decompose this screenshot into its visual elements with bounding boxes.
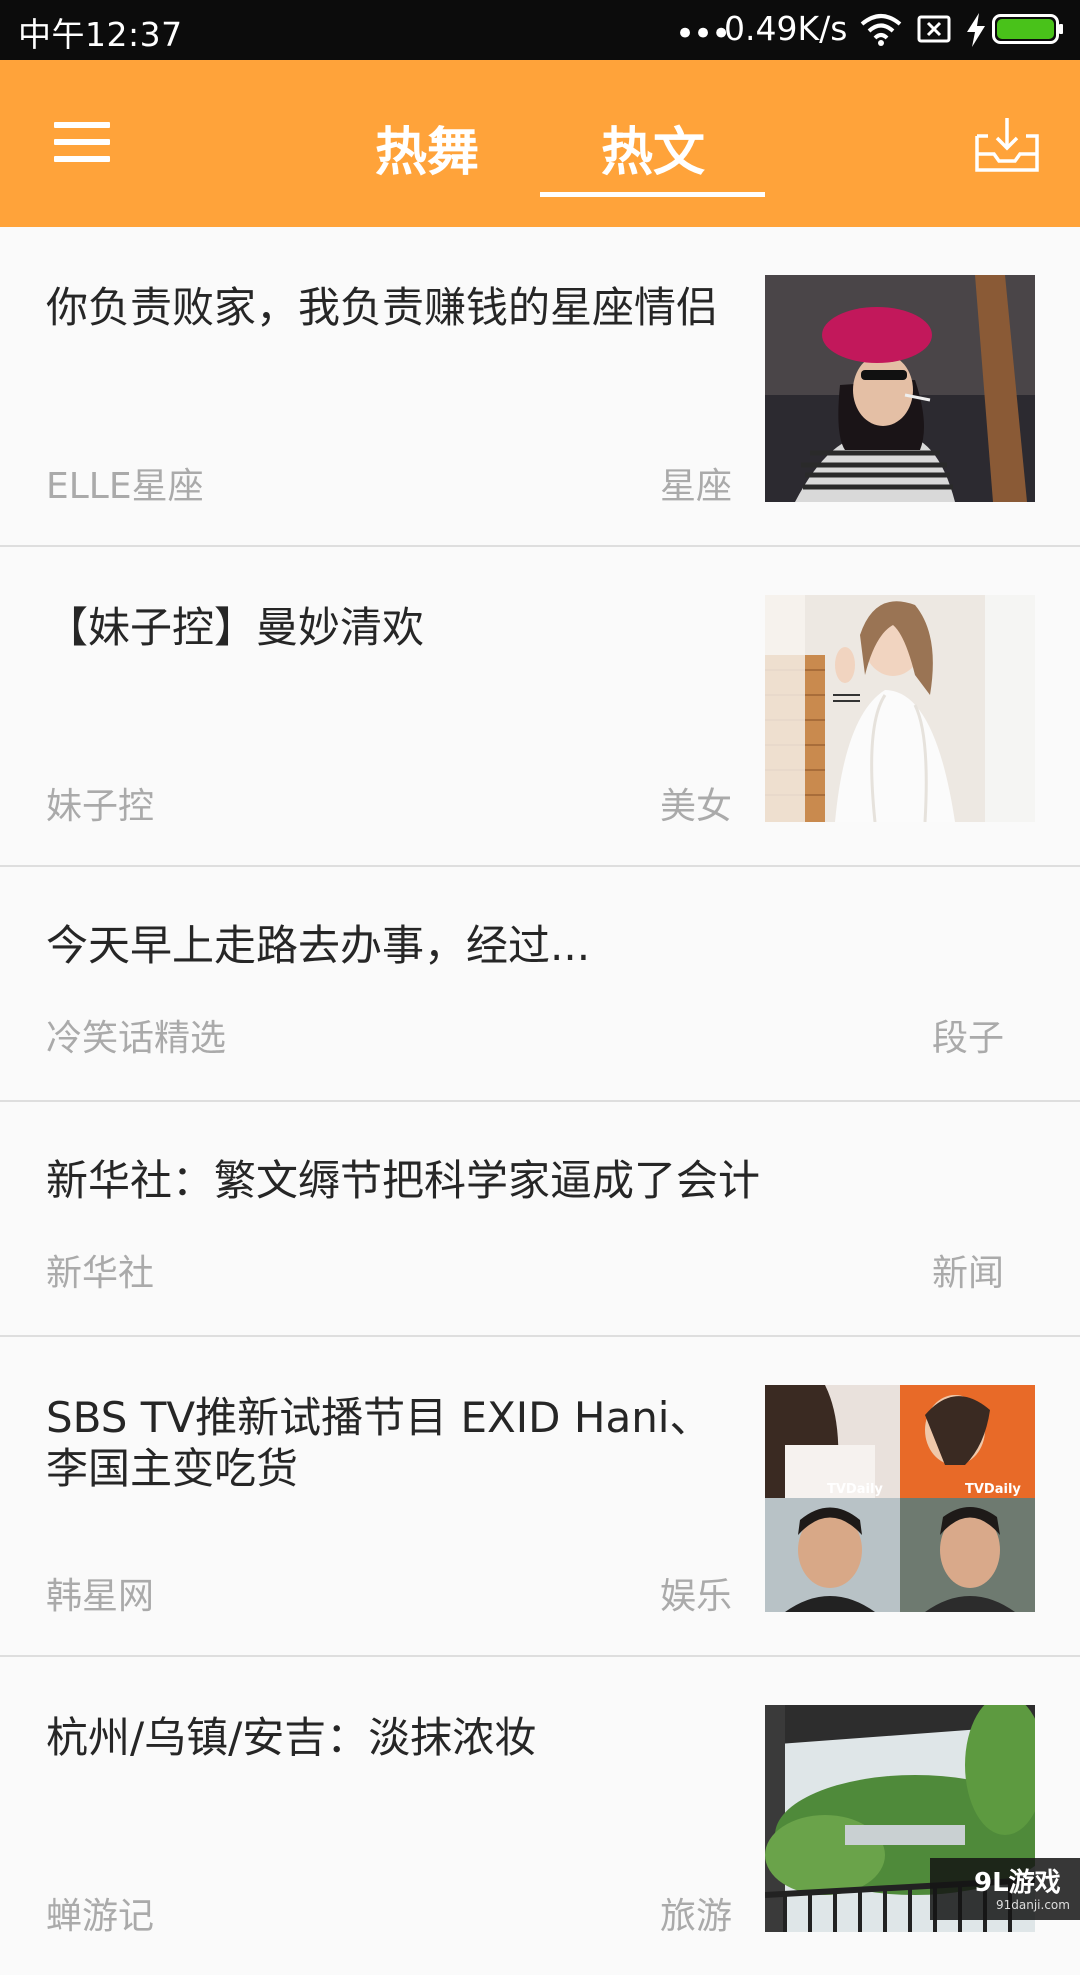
- article-category: 美女: [659, 786, 732, 827]
- article-source: ELLE星座: [46, 466, 204, 507]
- article-feed: 你负责败家，我负责赚钱的星座情侣 ELLE星座 星座 【妹子控】曼妙清欢 妹子控…: [0, 227, 1080, 1975]
- status-time: 中午12:37: [18, 15, 183, 54]
- watermark-logo: 9L游戏: [974, 1868, 1061, 1898]
- article-thumbnail: TVDaily TVDaily: [765, 1385, 1035, 1612]
- battery-icon: [992, 14, 1063, 44]
- article-category: 新闻: [931, 1253, 1004, 1294]
- article-source: 新华社: [46, 1253, 155, 1294]
- collage-label: TVDaily: [827, 1482, 883, 1497]
- article-title: 【妹子控】曼妙清欢: [46, 603, 425, 652]
- article-thumbnail: [765, 595, 1035, 822]
- download-tray-icon[interactable]: [974, 114, 1040, 174]
- top-app-bar: 热舞 热文: [0, 60, 1080, 227]
- article-title: 今天早上走路去办事，经过...: [46, 921, 591, 970]
- collage-label: TVDaily: [965, 1482, 1021, 1497]
- article-category: 旅游: [659, 1896, 732, 1937]
- watermark: 9L游戏 91danji.com: [930, 1858, 1080, 1920]
- more-notifications-icon: •••: [675, 14, 731, 54]
- menu-icon[interactable]: [52, 120, 114, 164]
- article-category: 星座: [659, 466, 732, 507]
- article-thumbnail: [765, 275, 1035, 502]
- tab-hot-articles[interactable]: 热文: [548, 110, 758, 183]
- article-title: 新华社：繁文缛节把科学家逼成了会计: [46, 1156, 761, 1205]
- article-category: 娱乐: [659, 1576, 732, 1617]
- article-source: 妹子控: [46, 786, 155, 827]
- article-item[interactable]: 杭州/乌镇/安吉：淡抹浓妆 蝉游记 旅游: [0, 1657, 1080, 1975]
- article-source: 蝉游记: [46, 1896, 155, 1937]
- article-item[interactable]: 【妹子控】曼妙清欢 妹子控 美女: [0, 547, 1080, 867]
- selected-tab-indicator: [540, 192, 765, 197]
- status-bar: 中午12:37 ••• 0.49K/s: [0, 0, 1080, 60]
- article-item[interactable]: 新华社：繁文缛节把科学家逼成了会计 新华社 新闻: [0, 1102, 1080, 1337]
- article-source: 韩星网: [46, 1576, 155, 1617]
- network-speed: 0.49K/s: [724, 9, 848, 48]
- article-category: 段子: [931, 1018, 1004, 1059]
- tab-hot-dance[interactable]: 热舞: [322, 110, 532, 183]
- watermark-url: 91danji.com: [996, 1898, 1070, 1912]
- article-item[interactable]: 今天早上走路去办事，经过... 冷笑话精选 段子: [0, 867, 1080, 1102]
- article-title: 杭州/乌镇/安吉：淡抹浓妆: [46, 1713, 537, 1762]
- article-source: 冷笑话精选: [46, 1018, 227, 1059]
- article-title: SBS TV推新试播节目 EXID Hani、李国主变吃货: [46, 1393, 712, 1493]
- article-item[interactable]: 你负责败家，我负责赚钱的星座情侣 ELLE星座 星座: [0, 227, 1080, 547]
- wifi-icon: [860, 14, 902, 46]
- article-item[interactable]: SBS TV推新试播节目 EXID Hani、李国主变吃货 韩星网 娱乐 TVD…: [0, 1337, 1080, 1657]
- sim-off-icon: [917, 15, 951, 43]
- charging-bolt-icon: [967, 13, 985, 47]
- article-title: 你负责败家，我负责赚钱的星座情侣: [46, 283, 719, 332]
